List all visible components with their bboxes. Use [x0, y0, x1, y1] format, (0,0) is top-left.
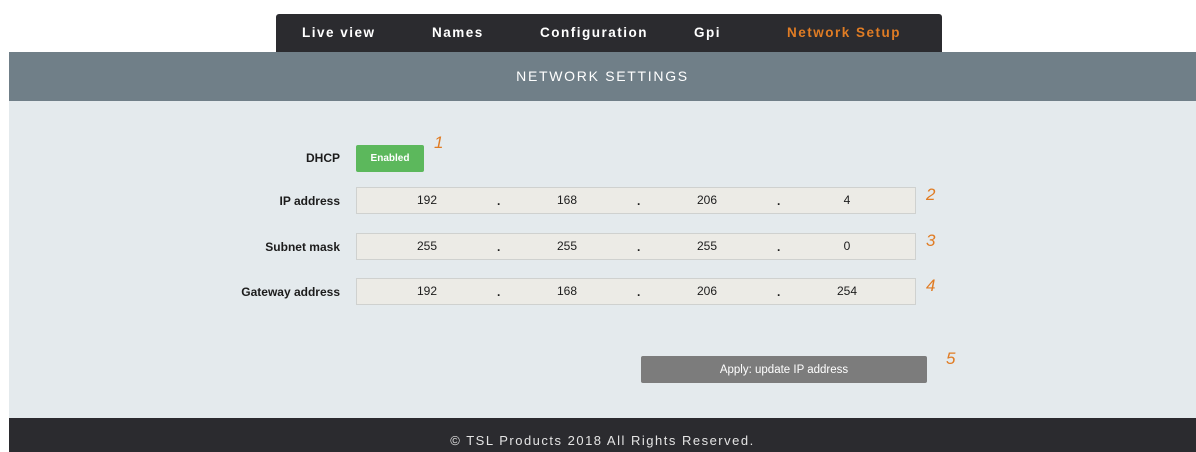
dhcp-toggle-button[interactable]: Enabled	[356, 145, 424, 172]
ip-octet-1[interactable]: 192	[387, 188, 467, 213]
separator-dot: .	[497, 285, 501, 299]
ip-octet-3[interactable]: 206	[667, 188, 747, 213]
subnet-octet-3[interactable]: 255	[667, 234, 747, 259]
copyright-text: © TSL Products 2018 All Rights Reserved.	[450, 433, 755, 448]
gateway-address-label: Gateway address	[241, 285, 340, 299]
gateway-octet-1[interactable]: 192	[387, 279, 467, 304]
separator-dot: .	[497, 194, 501, 208]
separator-dot: .	[497, 240, 501, 254]
callout-3: 3	[926, 231, 936, 250]
gateway-octet-2[interactable]: 168	[527, 279, 607, 304]
gateway-octet-3[interactable]: 206	[667, 279, 747, 304]
gateway-octet-4[interactable]: 254	[807, 279, 887, 304]
tab-network-setup[interactable]: Network Setup	[787, 14, 901, 52]
ip-octet-4[interactable]: 4	[807, 188, 887, 213]
separator-dot: .	[637, 285, 641, 299]
separator-dot: .	[637, 194, 641, 208]
subnet-octet-1[interactable]: 255	[387, 234, 467, 259]
tab-gpi[interactable]: Gpi	[694, 14, 721, 52]
subnet-mask-field: 255 . 255 . 255 . 0	[356, 233, 916, 260]
callout-1: 1	[434, 133, 444, 152]
separator-dot: .	[777, 240, 781, 254]
subnet-mask-label: Subnet mask	[265, 240, 340, 254]
ip-address-label: IP address	[279, 194, 340, 208]
callout-2: 2	[926, 185, 936, 204]
gateway-address-field: 192 . 168 . 206 . 254	[356, 278, 916, 305]
separator-dot: .	[637, 240, 641, 254]
tab-names[interactable]: Names	[432, 14, 484, 52]
section-header: NETWORK SETTINGS	[9, 52, 1196, 101]
callout-5: 5	[946, 349, 956, 368]
page-title: NETWORK SETTINGS	[516, 68, 689, 84]
separator-dot: .	[777, 285, 781, 299]
subnet-octet-2[interactable]: 255	[527, 234, 607, 259]
apply-ip-button[interactable]: Apply: update IP address	[641, 356, 927, 383]
callout-4: 4	[926, 276, 936, 295]
top-nav: Live view Names Configuration Gpi Networ…	[276, 14, 942, 52]
tab-live-view[interactable]: Live view	[302, 14, 376, 52]
subnet-octet-4[interactable]: 0	[807, 234, 887, 259]
footer: © TSL Products 2018 All Rights Reserved.	[9, 418, 1196, 452]
ip-address-field: 192 . 168 . 206 . 4	[356, 187, 916, 214]
tab-configuration[interactable]: Configuration	[540, 14, 648, 52]
dhcp-label: DHCP	[305, 151, 340, 165]
ip-octet-2[interactable]: 168	[527, 188, 607, 213]
separator-dot: .	[777, 194, 781, 208]
